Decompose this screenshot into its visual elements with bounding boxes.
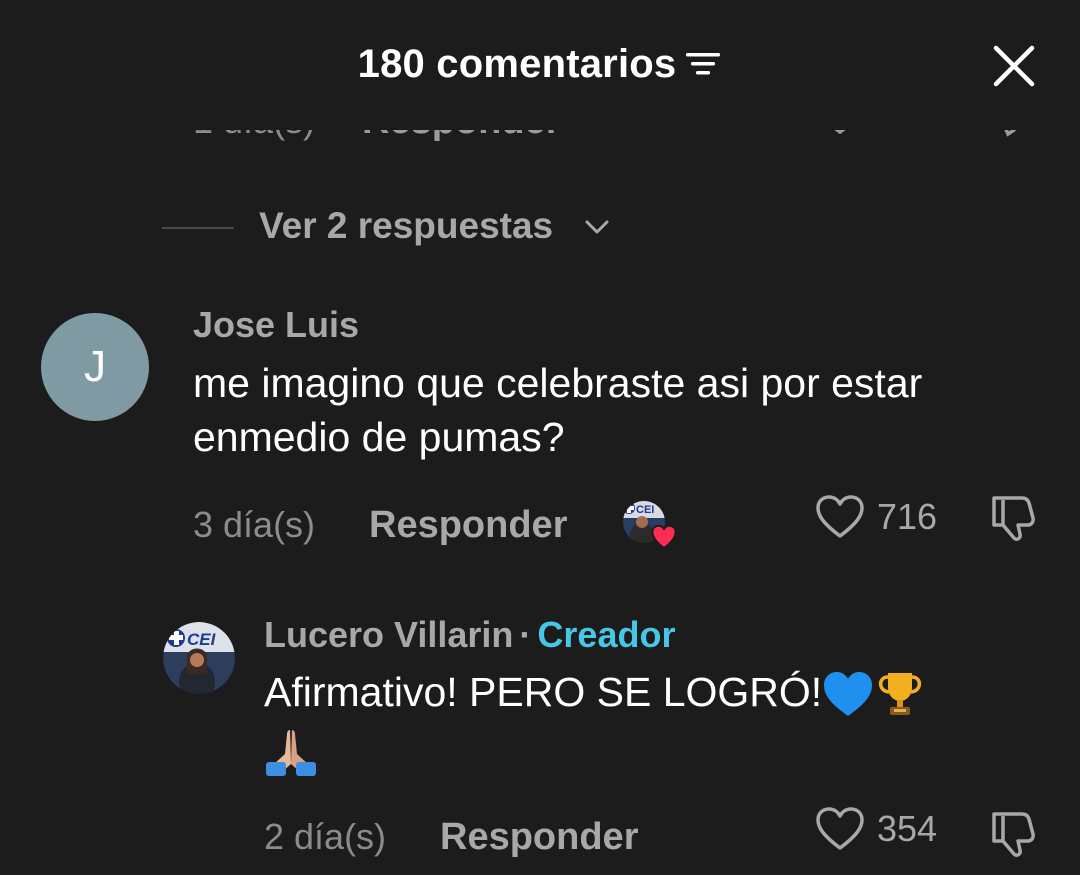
comment-time: 3 día(s) [193, 504, 316, 545]
trophy-icon [879, 673, 922, 716]
comment-time: 2 día(s) [264, 816, 387, 857]
creator-badge: Creador [537, 614, 676, 655]
username-separator: · [519, 614, 532, 655]
comments-count-title: 180 comentarios [357, 41, 677, 86]
view-replies-button[interactable]: Ver 2 respuestas [259, 205, 553, 247]
dislike-icon[interactable] [988, 492, 1040, 542]
creator-avatar[interactable]: CEI [163, 622, 235, 694]
comment-text: Afirmativo! PERO SE LOGRÓ! [264, 669, 823, 715]
comment-text: me imagino que celebraste asi por estar … [193, 360, 923, 460]
close-icon[interactable] [988, 40, 1040, 92]
view-replies-row[interactable]: Ver 2 respuestas [0, 205, 1080, 251]
comment-text-block: Afirmativo! PERO SE LOGRÓ! [264, 665, 1054, 778]
comments-title: 180 comentarios [0, 40, 1080, 87]
chevron-down-icon[interactable] [584, 217, 610, 237]
comments-header: 180 comentarios [0, 0, 1080, 130]
sort-lines-icon[interactable] [684, 49, 722, 79]
comment-username-row: Lucero Villarin · Creador [264, 614, 675, 656]
avatar[interactable]: J [41, 313, 149, 421]
folded-hands-icon [266, 730, 316, 777]
heart-icon[interactable] [815, 494, 865, 540]
reply-button[interactable]: Responder [369, 504, 567, 547]
dislike-icon[interactable] [988, 808, 1040, 858]
svg-text:CEI: CEI [187, 630, 217, 649]
reply-item: CEI Lucero Villarin · Creador Afirmativo! … [0, 610, 1080, 870]
creator-liked-heart-icon: CEI [621, 499, 677, 550]
comment-username[interactable]: Jose Luis [193, 304, 359, 346]
svg-text:CEI: CEI [636, 504, 654, 516]
comment-username[interactable]: Lucero Villarin [264, 614, 513, 655]
comment-item: J Jose Luis me imagino que celebraste as… [0, 300, 1080, 560]
reply-button[interactable]: Responder [440, 816, 638, 859]
like-count: 716 [877, 496, 938, 537]
heart-icon[interactable] [815, 806, 865, 852]
like-count: 354 [877, 808, 938, 849]
replies-divider-line [162, 227, 234, 229]
blue-heart-icon [824, 672, 873, 717]
